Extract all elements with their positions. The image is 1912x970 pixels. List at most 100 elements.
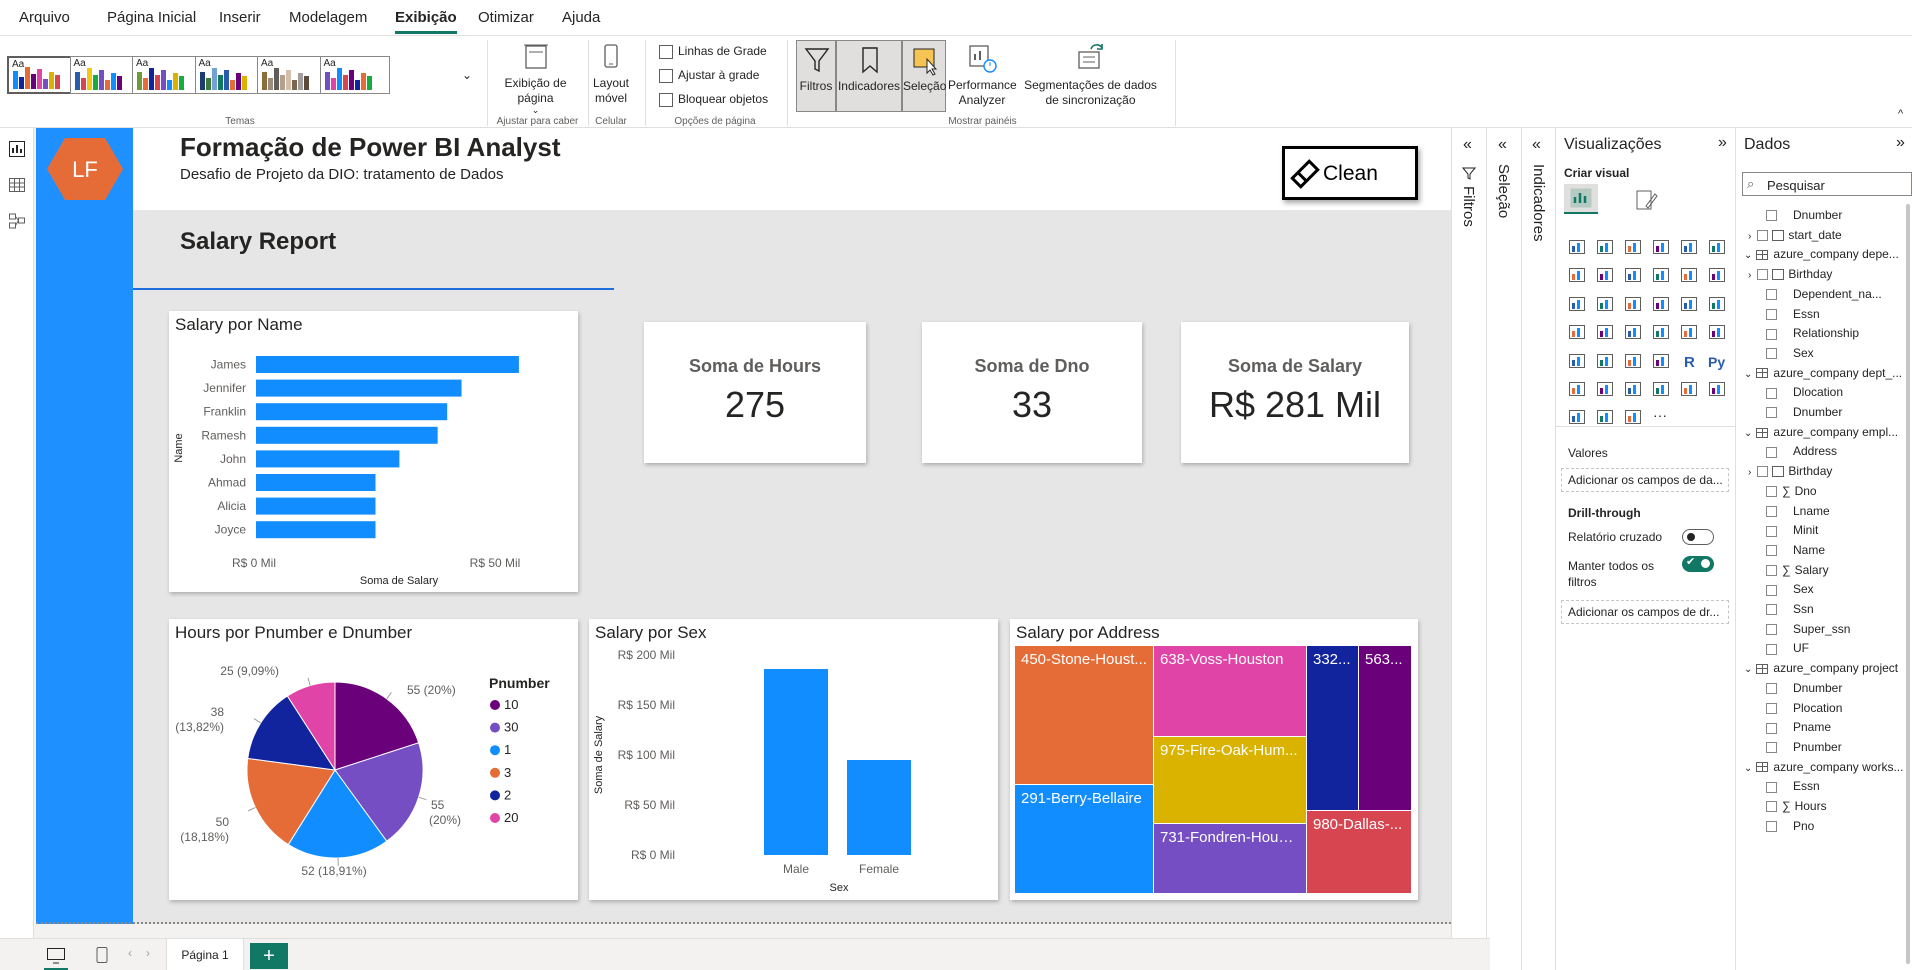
stacked-area-icon[interactable]: [1624, 266, 1642, 284]
salary-by-address-visual[interactable]: Salary por Address 450-Stone-Houst... 63…: [1010, 619, 1418, 900]
bar[interactable]: [847, 760, 911, 855]
legend-label[interactable]: 2: [504, 787, 511, 802]
power-apps-icon[interactable]: [1568, 408, 1586, 426]
bar[interactable]: [256, 379, 462, 397]
kpi-card-dno[interactable]: Soma de Dno 33: [922, 322, 1142, 463]
data-field-item[interactable]: Dnumber: [1766, 681, 1842, 695]
theme-swatch[interactable]: Aa: [7, 56, 77, 94]
values-drop-zone[interactable]: Adicionar os campos de da...: [1561, 468, 1729, 492]
menu-exibicao[interactable]: Exibição: [395, 9, 457, 34]
field-checkbox[interactable]: [1766, 289, 1777, 301]
field-checkbox[interactable]: [1766, 801, 1777, 813]
themes-dropdown-icon[interactable]: ⌄: [462, 68, 472, 82]
data-field-item[interactable]: Essn: [1766, 779, 1820, 793]
theme-swatch[interactable]: Aa: [257, 56, 327, 94]
line-column-icon[interactable]: [1652, 266, 1670, 284]
page-view-button[interactable]: Exibição de página ⌄: [498, 42, 573, 115]
kpi-icon[interactable]: [1568, 352, 1586, 370]
decomposition-tree-icon[interactable]: [1596, 380, 1614, 398]
legend-label[interactable]: 10: [504, 697, 518, 712]
scatter-icon[interactable]: [1624, 295, 1642, 313]
theme-swatch[interactable]: Aa: [319, 56, 390, 94]
data-field-item[interactable]: Dnumber: [1766, 208, 1842, 222]
field-checkbox[interactable]: [1757, 269, 1769, 281]
mobile-layout-button[interactable]: Layout móvel: [592, 42, 630, 106]
data-field-item[interactable]: Minit: [1766, 523, 1818, 537]
salary-by-sex-visual[interactable]: Salary por Sex R$ 200 Mil R$ 150 Mil R$ 10…: [589, 619, 998, 900]
report-view-icon[interactable]: [8, 140, 26, 158]
data-search-input[interactable]: ⌕ Pesquisar: [1742, 172, 1912, 196]
salary-by-name-visual[interactable]: Salary por Name James Jennifer Franklin Ram…: [169, 311, 578, 592]
field-checkbox[interactable]: [1766, 821, 1777, 833]
line-chart-icon[interactable]: [1568, 266, 1586, 284]
menu-pagina-inicial[interactable]: Página Inicial: [107, 9, 196, 26]
page-tab-1[interactable]: Página 1: [166, 939, 244, 970]
field-checkbox[interactable]: [1766, 584, 1777, 596]
selection-pane-collapsed[interactable]: « Seleção: [1486, 128, 1521, 970]
field-checkbox[interactable]: [1766, 722, 1777, 734]
gauge-icon[interactable]: [1652, 323, 1670, 341]
build-visual-tab[interactable]: [1564, 184, 1598, 214]
data-field-item[interactable]: Ssn: [1766, 602, 1814, 616]
legend-label[interactable]: 20: [504, 810, 518, 825]
field-checkbox[interactable]: [1757, 466, 1769, 478]
area-chart-icon[interactable]: [1596, 266, 1614, 284]
menu-ajuda[interactable]: Ajuda: [562, 9, 600, 26]
data-field-item[interactable]: ∑ Hours: [1766, 799, 1827, 813]
prev-page-icon[interactable]: ‹: [128, 946, 132, 960]
data-table-item[interactable]: ⌄ azure_company dept_...: [1744, 366, 1902, 380]
field-checkbox[interactable]: [1766, 407, 1777, 419]
data-field-item[interactable]: › Birthday: [1748, 464, 1832, 478]
100-bar-icon[interactable]: [1680, 238, 1698, 256]
data-field-item[interactable]: Pname: [1766, 720, 1831, 734]
treemap-tile[interactable]: 450-Stone-Houst...: [1015, 646, 1153, 784]
field-checkbox[interactable]: [1766, 564, 1777, 576]
bar[interactable]: [764, 669, 828, 855]
field-checkbox[interactable]: [1766, 683, 1777, 695]
data-field-item[interactable]: Sex: [1766, 346, 1814, 360]
treemap-tile[interactable]: 563...: [1359, 646, 1411, 810]
stacked-column-icon[interactable]: [1596, 238, 1614, 256]
matrix-icon[interactable]: [1652, 352, 1670, 370]
donut-icon[interactable]: [1680, 295, 1698, 313]
field-checkbox[interactable]: [1766, 308, 1777, 320]
multirow-card-icon[interactable]: [1708, 323, 1726, 341]
expand-icon[interactable]: «: [1498, 136, 1507, 154]
data-table-item[interactable]: ⌄ azure_company depe...: [1744, 247, 1899, 261]
collapse-ribbon-icon[interactable]: ^: [1898, 108, 1903, 120]
sync-slicers-button[interactable]: Segmentações de dados de sincronização: [1018, 42, 1163, 108]
python-visual-icon[interactable]: Py: [1708, 352, 1726, 370]
field-checkbox[interactable]: [1766, 348, 1777, 360]
goals-icon[interactable]: [1680, 380, 1698, 398]
selection-pane-button[interactable]: Seleção: [902, 40, 946, 112]
treemap-tile[interactable]: 980-Dallas-...: [1307, 811, 1411, 893]
pie-icon[interactable]: [1652, 295, 1670, 313]
bar[interactable]: [256, 450, 400, 468]
next-page-icon[interactable]: ›: [146, 946, 150, 960]
treemap-tile[interactable]: 291-Berry-Bellaire: [1015, 785, 1153, 893]
expand-icon[interactable]: «: [1532, 136, 1541, 154]
clustered-bar-icon[interactable]: [1624, 238, 1642, 256]
bar[interactable]: [256, 356, 519, 373]
ribbon-chart-icon[interactable]: [1708, 266, 1726, 284]
data-field-item[interactable]: UF: [1766, 641, 1809, 655]
bar[interactable]: [256, 474, 376, 491]
scrollbar[interactable]: [1906, 204, 1910, 964]
key-influencers-icon[interactable]: [1568, 380, 1586, 398]
funnel-icon[interactable]: [1596, 295, 1614, 313]
collapse-icon[interactable]: »: [1896, 134, 1905, 152]
card-icon[interactable]: [1680, 323, 1698, 341]
bookmarks-pane-button[interactable]: Indicadores: [836, 40, 902, 112]
field-checkbox[interactable]: [1766, 702, 1777, 714]
treemap-tile[interactable]: 638-Voss-Houston: [1154, 646, 1306, 736]
field-checkbox[interactable]: [1766, 643, 1777, 655]
data-field-item[interactable]: › Birthday: [1748, 267, 1832, 281]
kpi-card-hours[interactable]: Soma de Hours 275: [644, 322, 866, 463]
field-checkbox[interactable]: [1766, 387, 1777, 399]
clustered-column-icon[interactable]: [1652, 238, 1670, 256]
cross-report-toggle[interactable]: [1682, 529, 1714, 545]
data-field-item[interactable]: Dlocation: [1766, 385, 1843, 399]
data-field-item[interactable]: Super_ssn: [1766, 622, 1850, 636]
lock-objects-checkbox[interactable]: Bloquear objetos: [659, 92, 768, 107]
100-column-icon[interactable]: [1708, 238, 1726, 256]
